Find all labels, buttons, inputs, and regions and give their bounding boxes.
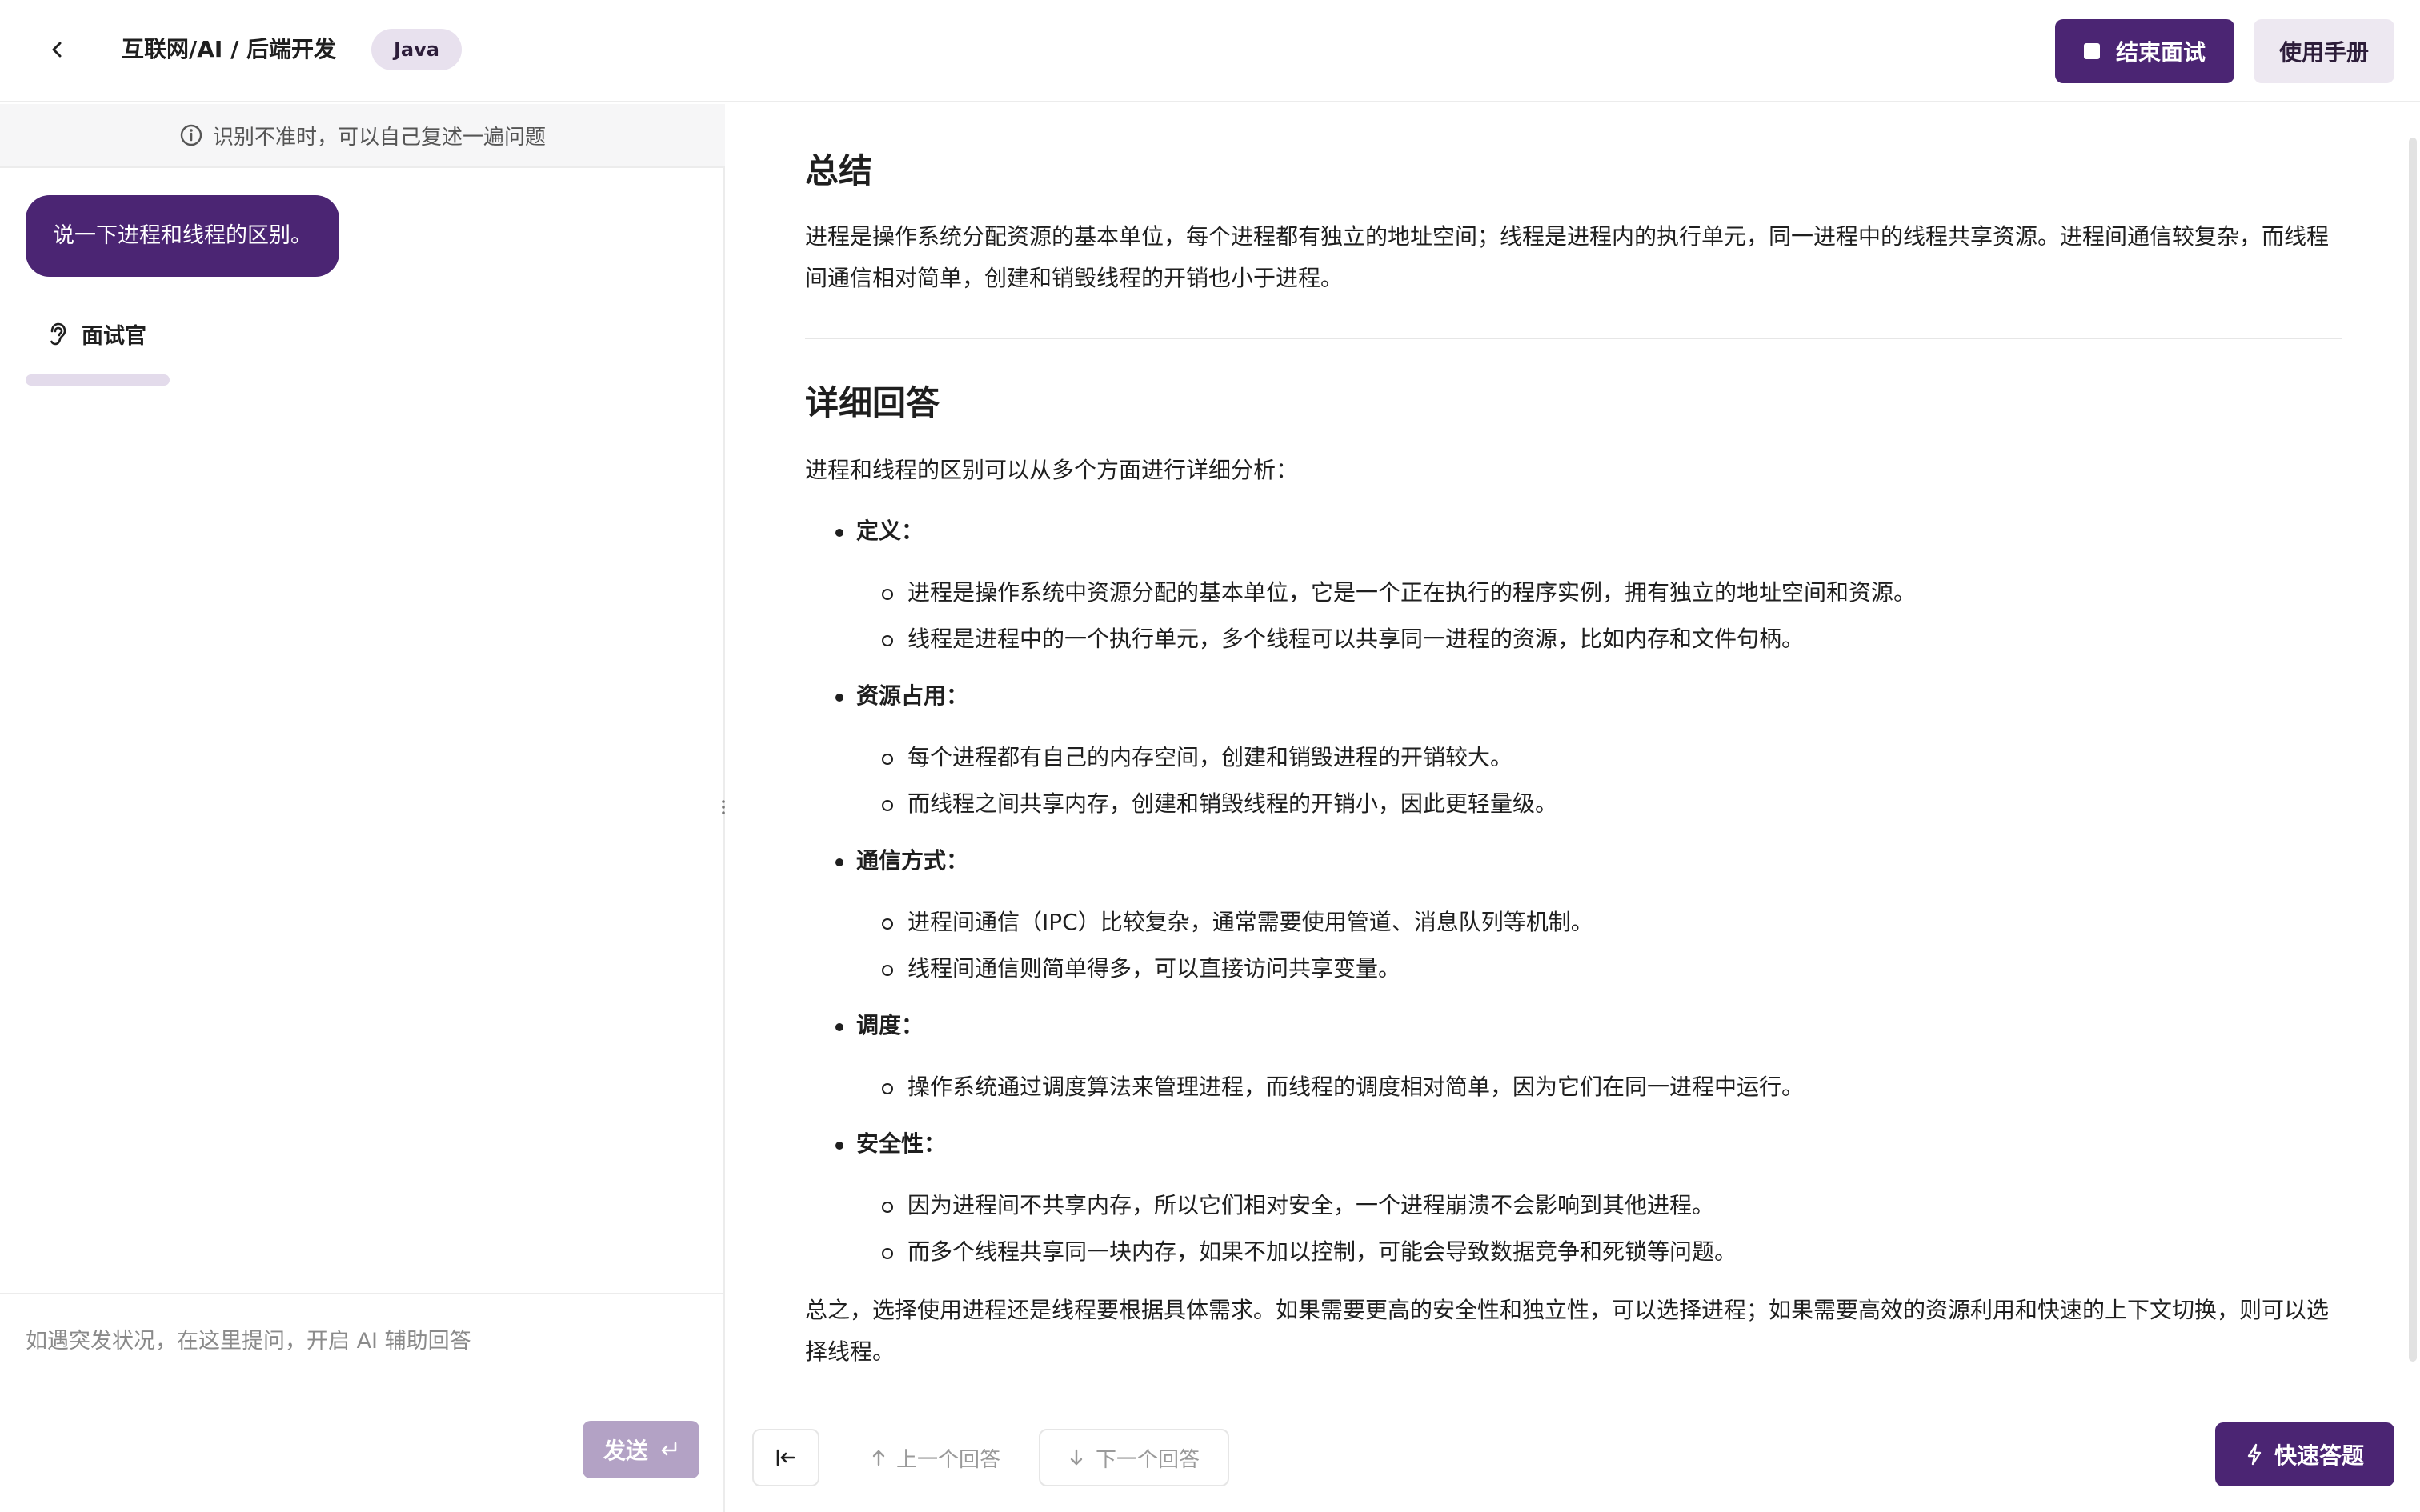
detail-intro: 进程和线程的区别可以从多个方面进行详细分析：	[805, 457, 1299, 483]
conversation-panel: 识别不准时，可以自己复述一遍问题 说一下进程和线程的区别。 面试官 如遇突发状况…	[0, 104, 725, 1512]
top-header: 互联网/AI / 后端开发 Java 结束面试 使用手册	[0, 0, 2420, 102]
list-item: 操作系统通过调度算法来管理进程，而线程的调度相对简单，因为它们在同一进程中运行。	[856, 1064, 2342, 1110]
list-item: 因为进程间不共享内存，所以它们相对安全，一个进程崩溃不会影响到其他进程。	[856, 1182, 2342, 1229]
interviewer-label: 面试官	[82, 324, 146, 349]
first-answer-button[interactable]	[752, 1429, 819, 1486]
arrow-up-icon	[872, 1450, 885, 1466]
assist-input-area: 如遇突发状况，在这里提问，开启 AI 辅助回答 发送	[0, 1293, 725, 1512]
answer-panel: 总结 进程是操作系统分配资源的基本单位，每个进程都有独立的地址空间；线程是进程内…	[727, 104, 2420, 1512]
next-answer-button[interactable]: 下一个回答	[1039, 1429, 1229, 1486]
conclusion-text: 总之，选择使用进程还是线程要根据具体需求。如果需要更高的安全性和独立性，可以选择…	[805, 1297, 2330, 1365]
answer-content: 总结 进程是操作系统分配资源的基本单位，每个进程都有独立的地址空间；线程是进程内…	[805, 149, 2342, 1373]
info-icon	[180, 124, 202, 146]
end-interview-button[interactable]: 结束面试	[2055, 19, 2234, 83]
list-item: 每个进程都有自己的内存空间，创建和销毁进程的开销较大。	[856, 734, 2342, 781]
section-term: 通信方式：	[856, 847, 969, 874]
enter-icon	[661, 1442, 677, 1456]
interviewer-label-row: 面试官	[46, 318, 146, 350]
send-label: 发送	[603, 1438, 648, 1464]
answer-scrollbar[interactable]	[2409, 138, 2417, 1362]
list-item: 通信方式： 进程间通信（IPC）比较复杂，通常需要使用管道、消息队列等机制。 线…	[805, 840, 2342, 992]
list-item: 调度： 操作系统通过调度算法来管理进程，而线程的调度相对简单，因为它们在同一进程…	[805, 1005, 2342, 1110]
next-answer-label: 下一个回答	[1095, 1447, 1200, 1472]
question-bubble: 说一下进程和线程的区别。	[26, 195, 339, 277]
list-item: 资源占用： 每个进程都有自己的内存空间，创建和销毁进程的开销较大。 而线程之间共…	[805, 675, 2342, 827]
page-title: 互联网/AI / 后端开发	[122, 36, 337, 62]
list-item: 进程是操作系统中资源分配的基本单位，它是一个正在执行的程序实例，拥有独立的地址空…	[856, 570, 2342, 616]
quick-answer-button[interactable]: 快速答题	[2215, 1422, 2394, 1486]
loading-indicator	[26, 374, 170, 386]
previous-answer-label: 上一个回答	[896, 1447, 1001, 1472]
section-term: 安全性：	[856, 1130, 947, 1157]
summary-text: 进程是操作系统分配资源的基本单位，每个进程都有独立的地址空间；线程是进程内的执行…	[805, 223, 2330, 291]
list-item: 线程间通信则简单得多，可以直接访问共享变量。	[856, 946, 2342, 992]
language-badge: Java	[371, 29, 462, 70]
user-manual-button[interactable]: 使用手册	[2254, 19, 2394, 83]
back-button[interactable]	[40, 32, 75, 67]
previous-answer-button[interactable]: 上一个回答	[853, 1429, 1019, 1486]
list-item: 进程间通信（IPC）比较复杂，通常需要使用管道、消息队列等机制。	[856, 899, 2342, 946]
chevron-left-icon	[52, 42, 62, 58]
hint-text: 识别不准时，可以自己复述一遍问题	[212, 125, 546, 150]
section-term: 定义：	[856, 518, 924, 544]
quick-answer-label: 快速答题	[2274, 1442, 2364, 1469]
arrow-down-icon	[1070, 1449, 1083, 1466]
answer-nav	[752, 1429, 819, 1486]
section-term: 资源占用：	[856, 682, 969, 709]
jump-to-start-icon	[776, 1449, 795, 1466]
section-divider	[805, 338, 2342, 339]
lightning-icon	[2247, 1443, 2262, 1466]
stop-icon	[2083, 43, 2100, 59]
section-term: 调度：	[856, 1012, 924, 1038]
list-item: 安全性： 因为进程间不共享内存，所以它们相对安全，一个进程崩溃不会影响到其他进程…	[805, 1123, 2342, 1275]
list-item: 而多个线程共享同一块内存，如果不加以控制，可能会导致数据竞争和死锁等问题。	[856, 1229, 2342, 1275]
list-item: 而线程之间共享内存，创建和销毁线程的开销小，因此更轻量级。	[856, 781, 2342, 827]
summary-heading: 总结	[805, 151, 873, 190]
end-interview-label: 结束面试	[2115, 39, 2206, 66]
ear-icon	[50, 322, 66, 345]
detail-list: 定义： 进程是操作系统中资源分配的基本单位，它是一个正在执行的程序实例，拥有独立…	[805, 510, 2342, 1275]
hint-bar: 识别不准时，可以自己复述一遍问题	[0, 104, 725, 168]
list-item: 线程是进程中的一个执行单元，多个线程可以共享同一进程的资源，比如内存和文件句柄。	[856, 616, 2342, 662]
send-button[interactable]: 发送	[583, 1421, 699, 1478]
list-item: 定义： 进程是操作系统中资源分配的基本单位，它是一个正在执行的程序实例，拥有独立…	[805, 510, 2342, 662]
assist-input[interactable]: 如遇突发状况，在这里提问，开启 AI 辅助回答	[26, 1323, 471, 1354]
detail-heading: 详细回答	[805, 383, 940, 422]
